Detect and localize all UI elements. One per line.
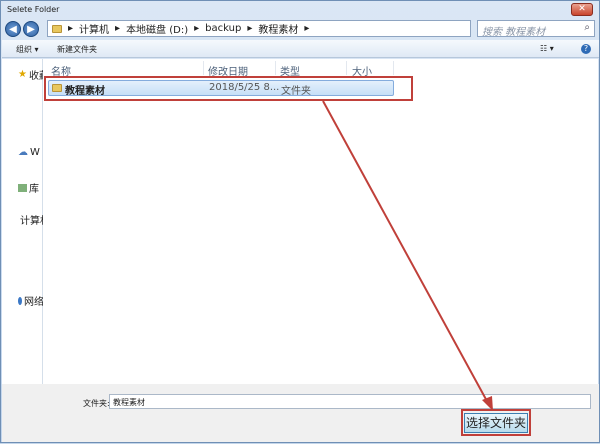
dialog-window: Selete Folder ✕ ◀ ▶ ▸ 计算机 ▸ 本地磁盘 (D:) ▸ bac…: [0, 0, 600, 443]
annotation-arrow: [322, 100, 493, 411]
